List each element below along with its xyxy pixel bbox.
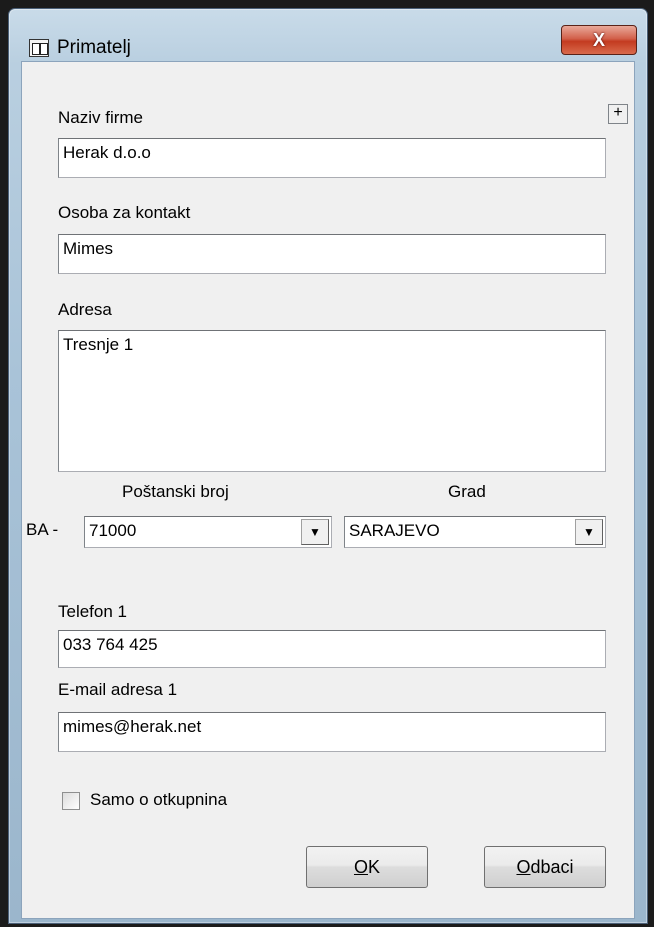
- chevron-down-icon[interactable]: ▼: [575, 519, 603, 545]
- address-book-icon: [29, 39, 49, 57]
- ok-button[interactable]: OK: [306, 846, 428, 888]
- expand-button[interactable]: +: [608, 104, 628, 124]
- city-dropdown[interactable]: SARAJEVO ▼: [344, 516, 606, 548]
- dialog-window: Primatelj X + Naziv firme Herak d.o.o Os…: [8, 8, 648, 924]
- contact-label: Osoba za kontakt: [58, 203, 191, 222]
- close-button[interactable]: X: [561, 25, 637, 55]
- close-icon: X: [592, 29, 605, 50]
- phone-input[interactable]: 033 764 425: [58, 630, 606, 668]
- ok-mnemonic: O: [353, 856, 368, 877]
- cancel-mnemonic: O: [516, 856, 531, 877]
- cod-checkbox[interactable]: [62, 792, 80, 810]
- city-value: SARAJEVO: [349, 521, 440, 540]
- contact-input[interactable]: Mimes: [58, 234, 606, 274]
- city-label: Grad: [448, 482, 486, 501]
- postal-code-dropdown[interactable]: 71000 ▼: [84, 516, 332, 548]
- window-title: Primatelj: [57, 37, 131, 58]
- postal-code-label: Poštanski broj: [122, 482, 229, 501]
- country-prefix: BA -: [26, 520, 59, 539]
- plus-icon: +: [613, 104, 623, 121]
- email-input[interactable]: mimes@herak.net: [58, 712, 606, 752]
- chevron-down-icon[interactable]: ▼: [301, 519, 329, 545]
- postal-code-value: 71000: [89, 521, 137, 540]
- cancel-button[interactable]: Odbaci: [484, 846, 606, 888]
- cod-checkbox-label: Samo o otkupnina: [90, 790, 228, 809]
- company-name-input[interactable]: Herak d.o.o: [58, 138, 606, 178]
- title-bar[interactable]: Primatelj X: [9, 9, 647, 61]
- dialog-client-area: + Naziv firme Herak d.o.o Osoba za konta…: [21, 61, 635, 919]
- address-textarea[interactable]: Tresnje 1: [58, 330, 606, 472]
- email-label: E-mail adresa 1: [58, 680, 178, 699]
- address-label: Adresa: [58, 300, 112, 319]
- cancel-label-rest: dbaci: [530, 856, 574, 877]
- ok-label-rest: K: [368, 856, 381, 877]
- company-name-label: Naziv firme: [58, 108, 144, 127]
- phone-label: Telefon 1: [58, 602, 127, 621]
